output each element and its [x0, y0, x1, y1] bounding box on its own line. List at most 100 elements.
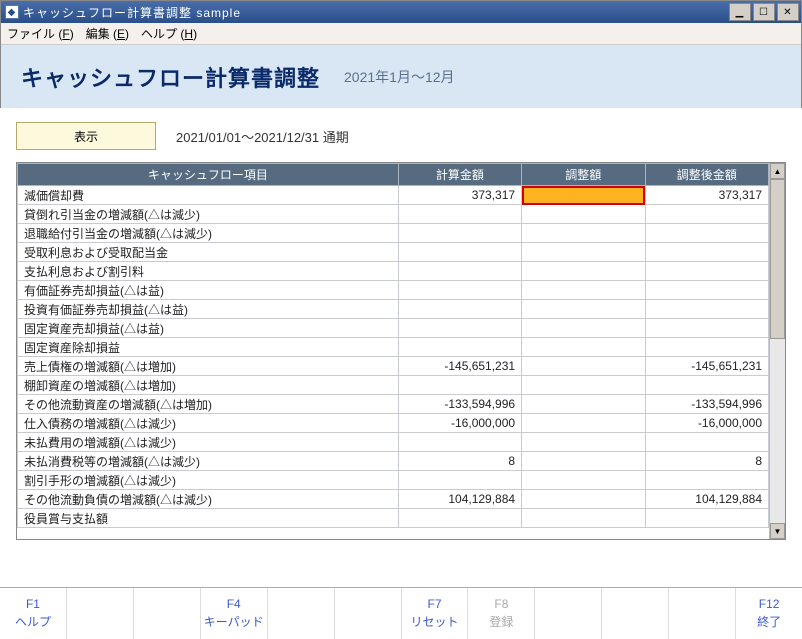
- cell-adj[interactable]: [522, 243, 645, 262]
- cell-adj[interactable]: [522, 186, 645, 205]
- table-row[interactable]: 未払費用の増減額(△は減少): [18, 433, 769, 452]
- cell-calc: -133,594,996: [398, 395, 521, 414]
- scroll-down-button[interactable]: ▼: [770, 523, 785, 539]
- show-button[interactable]: 表示: [16, 122, 156, 150]
- scroll-thumb[interactable]: [770, 179, 785, 339]
- f7-label: リセット: [410, 613, 458, 630]
- table-row[interactable]: 売上債権の増減額(△は増加)-145,651,231-145,651,231: [18, 357, 769, 376]
- menu-file[interactable]: ファイル (F): [7, 25, 74, 42]
- maximize-button[interactable]: ☐: [753, 3, 775, 21]
- cell-item: 売上債権の増減額(△は増加): [18, 357, 399, 376]
- table-row[interactable]: その他流動負債の増減額(△は減少)104,129,884104,129,884: [18, 490, 769, 509]
- cell-calc: [398, 281, 521, 300]
- cell-after: 104,129,884: [645, 490, 768, 509]
- cell-after: 373,317: [645, 186, 768, 205]
- cell-adj[interactable]: [522, 395, 645, 414]
- f12-button[interactable]: F12 終了: [736, 588, 802, 639]
- minimize-button[interactable]: ▁: [729, 3, 751, 21]
- f3-slot: [134, 588, 201, 639]
- cell-adj[interactable]: [522, 376, 645, 395]
- table-row[interactable]: 未払消費税等の増減額(△は減少)88: [18, 452, 769, 471]
- cell-adj[interactable]: [522, 433, 645, 452]
- scroll-up-button[interactable]: ▲: [770, 163, 785, 179]
- table-row[interactable]: 支払利息および割引料: [18, 262, 769, 281]
- close-button[interactable]: ✕: [777, 3, 799, 21]
- f4-key: F4: [227, 597, 241, 611]
- cell-after: [645, 433, 768, 452]
- f5-slot: [268, 588, 335, 639]
- table-row[interactable]: 貸倒れ引当金の増減額(△は減少): [18, 205, 769, 224]
- cell-adj[interactable]: [522, 452, 645, 471]
- table-row[interactable]: 固定資産除却損益: [18, 338, 769, 357]
- cell-after: [645, 376, 768, 395]
- menu-help-u: H: [184, 27, 193, 41]
- menu-edit-label: 編集 (: [86, 27, 117, 41]
- cell-adj[interactable]: [522, 300, 645, 319]
- menu-edit[interactable]: 編集 (E): [86, 25, 129, 42]
- cell-calc: [398, 243, 521, 262]
- cell-adj[interactable]: [522, 471, 645, 490]
- cell-calc: 104,129,884: [398, 490, 521, 509]
- period-label: 2021年1月～12月: [344, 67, 455, 87]
- f4-button[interactable]: F4 キーパッド: [201, 588, 268, 639]
- table-row[interactable]: 有価証券売却損益(△は益): [18, 281, 769, 300]
- cell-item: 減価償却費: [18, 186, 399, 205]
- table-row[interactable]: 役員賞与支払額: [18, 509, 769, 528]
- table-row[interactable]: 減価償却費373,317373,317: [18, 186, 769, 205]
- cell-item: その他流動資産の増減額(△は増加): [18, 395, 399, 414]
- cell-adj[interactable]: [522, 490, 645, 509]
- header: キャッシュフロー計算書調整 2021年1月～12月: [1, 45, 801, 109]
- cell-item: 固定資産除却損益: [18, 338, 399, 357]
- cell-calc: [398, 300, 521, 319]
- app-icon: ◆: [5, 5, 19, 19]
- cell-item: 貸倒れ引当金の増減額(△は減少): [18, 205, 399, 224]
- cell-adj[interactable]: [522, 509, 645, 528]
- cell-calc: [398, 262, 521, 281]
- cell-item: 棚卸資産の増減額(△は増加): [18, 376, 399, 395]
- cell-adj[interactable]: [522, 281, 645, 300]
- menu-file-u: F: [62, 27, 69, 41]
- page-title: キャッシュフロー計算書調整: [21, 61, 320, 93]
- cell-item: 役員賞与支払額: [18, 509, 399, 528]
- cell-adj[interactable]: [522, 205, 645, 224]
- table-row[interactable]: 投資有価証券売却損益(△は益): [18, 300, 769, 319]
- menu-help[interactable]: ヘルプ (H): [141, 25, 197, 42]
- table-row[interactable]: 受取利息および受取配当金: [18, 243, 769, 262]
- toolbar: 表示 2021/01/01～2021/12/31 通期: [16, 122, 786, 150]
- table-row[interactable]: 仕入債務の増減額(△は減少)-16,000,000-16,000,000: [18, 414, 769, 433]
- cell-adj[interactable]: [522, 319, 645, 338]
- f8-button: F8 登録: [468, 588, 535, 639]
- cell-adj[interactable]: [522, 224, 645, 243]
- table-row[interactable]: その他流動資産の増減額(△は増加)-133,594,996-133,594,99…: [18, 395, 769, 414]
- cell-adj[interactable]: [522, 338, 645, 357]
- cell-after: [645, 509, 768, 528]
- f8-key: F8: [494, 597, 508, 611]
- cell-after: -16,000,000: [645, 414, 768, 433]
- cell-adj[interactable]: [522, 262, 645, 281]
- table-scroll: キャッシュフロー項目 計算金額 調整額 調整後金額 減価償却費373,31737…: [17, 163, 769, 539]
- cell-item: 固定資産売却損益(△は益): [18, 319, 399, 338]
- cell-item: 未払消費税等の増減額(△は減少): [18, 452, 399, 471]
- table-row[interactable]: 棚卸資産の増減額(△は増加): [18, 376, 769, 395]
- vertical-scrollbar[interactable]: ▲ ▼: [769, 163, 785, 539]
- f1-button[interactable]: F1 ヘルプ: [0, 588, 67, 639]
- f7-key: F7: [427, 597, 441, 611]
- table-row[interactable]: 退職給付引当金の増減額(△は減少): [18, 224, 769, 243]
- scroll-track[interactable]: [770, 179, 785, 523]
- cell-item: 有価証券売却損益(△は益): [18, 281, 399, 300]
- content: 表示 2021/01/01～2021/12/31 通期 キャッシュフロー項目 計…: [0, 108, 802, 587]
- f7-button[interactable]: F7 リセット: [402, 588, 469, 639]
- table-row[interactable]: 割引手形の増減額(△は減少): [18, 471, 769, 490]
- footer: F1 ヘルプ F4 キーパッド F7 リセット F8 登録 F12 終了: [0, 587, 802, 639]
- col-item: キャッシュフロー項目: [18, 164, 399, 186]
- table-row[interactable]: 固定資産売却損益(△は益): [18, 319, 769, 338]
- cell-after: [645, 300, 768, 319]
- cell-after: [645, 262, 768, 281]
- menu-file-close: ): [70, 27, 74, 41]
- window-title: キャッシュフロー計算書調整 sample: [23, 4, 729, 21]
- f4-label: キーパッド: [204, 613, 264, 630]
- f6-slot: [335, 588, 402, 639]
- cell-after: 8: [645, 452, 768, 471]
- cell-adj[interactable]: [522, 414, 645, 433]
- cell-adj[interactable]: [522, 357, 645, 376]
